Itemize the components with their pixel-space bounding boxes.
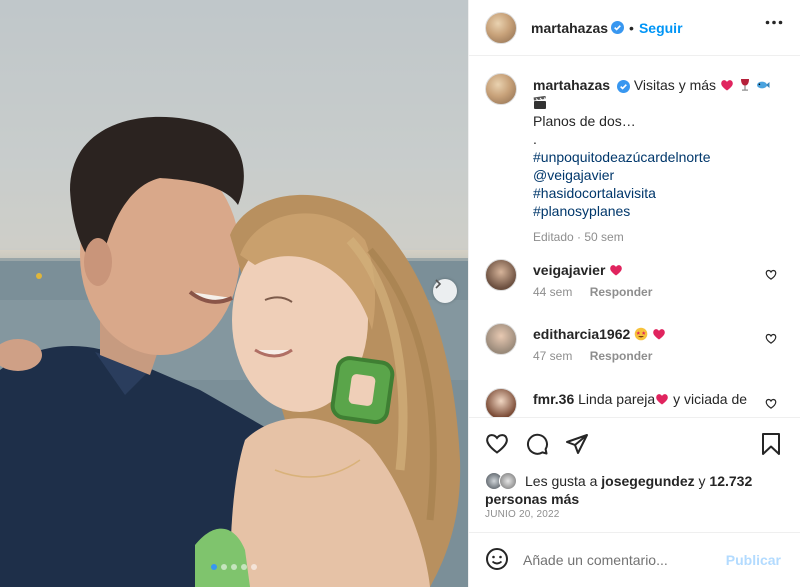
carousel-dot: [241, 564, 247, 570]
reply-button[interactable]: Responder: [590, 285, 653, 299]
red-heart-emoji-icon: [610, 265, 623, 276]
carousel-dot: [221, 564, 227, 570]
caption-line3: .: [533, 131, 537, 147]
comment-username[interactable]: editharcia1962: [533, 326, 630, 342]
carousel-dot: [211, 564, 217, 570]
publish-button[interactable]: Publicar: [726, 552, 781, 568]
bookmark-icon[interactable]: [761, 432, 781, 456]
reply-button[interactable]: Responder: [590, 349, 653, 363]
liker-avatar: [499, 472, 517, 490]
hashtag-link[interactable]: #hasidocortalavisita: [533, 184, 788, 202]
red-heart-emoji-icon: [656, 394, 668, 405]
verified-badge-icon: [616, 79, 630, 93]
caption-username[interactable]: martahazas: [533, 77, 610, 93]
likes-count[interactable]: 12.732: [709, 473, 752, 489]
post-photo[interactable]: [0, 0, 468, 587]
hashtag-link[interactable]: #planosyplanes: [533, 202, 788, 220]
red-heart-emoji-icon: [653, 329, 665, 340]
clapper-board-emoji-icon: [533, 96, 546, 109]
caption-meta: Editado · 50 sem: [533, 230, 624, 244]
like-comment-heart-icon[interactable]: [765, 333, 777, 344]
comment-avatar[interactable]: [485, 323, 517, 355]
caption-line2: Planos de dos…: [533, 113, 636, 129]
star-struck-emoji-icon: [634, 327, 648, 341]
more-icon[interactable]: [765, 20, 783, 25]
mention-link[interactable]: @veigajavier: [533, 166, 788, 184]
instagram-post: martahazas • Seguir martahazas Visitas y…: [0, 0, 800, 587]
likes-summary: Les gusta a josegegundez y 12.732 person…: [485, 472, 785, 508]
fish-emoji-icon: [756, 81, 770, 89]
comment-input[interactable]: [521, 547, 715, 573]
comment-time: 47 sem: [533, 349, 573, 363]
red-heart-emoji-icon: [721, 80, 733, 91]
comment-item: fmr.36 Linda pareja y viciada de: [485, 388, 785, 417]
comment-time: 44 sem: [533, 285, 573, 299]
follow-button[interactable]: Seguir: [639, 20, 683, 36]
carousel-dot: [231, 564, 237, 570]
photo-illustration: [0, 0, 468, 587]
carousel-indicator: [0, 564, 468, 570]
verified-badge-icon: [611, 21, 625, 34]
next-photo-button[interactable]: [433, 279, 457, 303]
wine-glass-emoji-icon: [740, 79, 749, 91]
liker-username[interactable]: josegegundez: [601, 473, 694, 489]
post-header: martahazas • Seguir: [469, 0, 800, 56]
share-icon[interactable]: [565, 432, 589, 456]
chevron-right-icon: [435, 279, 442, 289]
comment-username[interactable]: fmr.36: [533, 391, 574, 407]
likes-connector: y: [698, 473, 706, 489]
author-avatar[interactable]: [485, 11, 517, 44]
likes-suffix[interactable]: personas más: [485, 490, 785, 508]
emoji-icon[interactable]: [485, 547, 509, 571]
comments-list[interactable]: martahazas Visitas y más Planos de dos… …: [469, 57, 800, 417]
post-date[interactable]: JUNIO 20, 2022: [485, 509, 560, 520]
caption-text: Visitas y más: [633, 77, 717, 93]
heart-icon[interactable]: [485, 432, 509, 454]
likes-prefix: Les gusta a: [525, 473, 598, 489]
caption-avatar[interactable]: [485, 73, 517, 105]
comment-text-continued: y viciada de: [673, 391, 748, 407]
comment-item: editharcia1962 47 sem Responder: [485, 323, 785, 373]
comment-username[interactable]: veigajavier: [533, 262, 605, 278]
like-comment-heart-icon[interactable]: [765, 398, 777, 409]
comment-avatar[interactable]: [485, 388, 517, 417]
comment-icon[interactable]: [525, 432, 549, 456]
comment-text: Linda pareja: [578, 391, 656, 407]
hashtag-link[interactable]: #unpoquitodeazúcardelnorte: [533, 148, 788, 166]
action-bar: [469, 417, 800, 474]
carousel-dot: [251, 564, 257, 570]
author-username[interactable]: martahazas: [531, 20, 608, 36]
post-side-panel: martahazas • Seguir martahazas Visitas y…: [468, 0, 800, 587]
separator-dot: •: [629, 19, 634, 36]
like-comment-heart-icon[interactable]: [765, 269, 777, 280]
add-comment-bar: Publicar: [469, 532, 800, 587]
comment-item: veigajavier 44 sem Responder: [485, 259, 785, 309]
comment-avatar[interactable]: [485, 259, 517, 291]
